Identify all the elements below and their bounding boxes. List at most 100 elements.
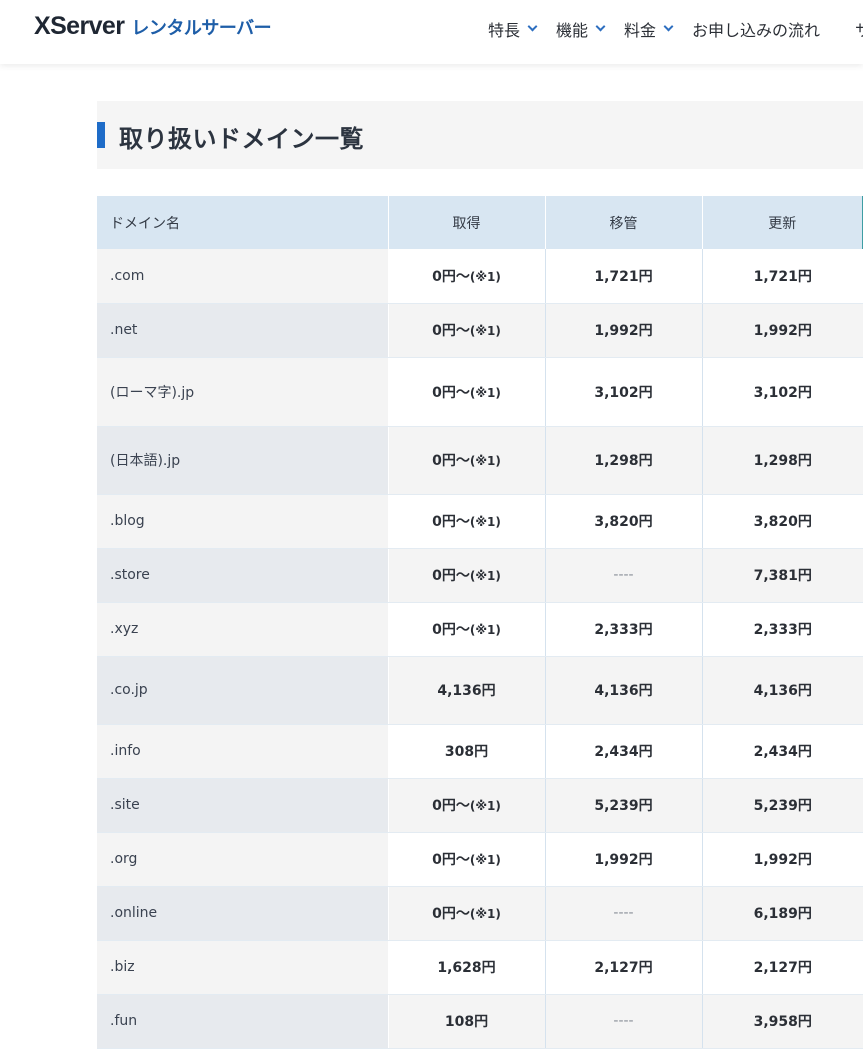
acquire-price: 0円〜 (432, 514, 470, 530)
nav-item-label: 特長 (488, 21, 521, 40)
cell-transfer: 3,102円 (545, 357, 703, 427)
nav-item-label: 料金 (624, 21, 657, 40)
cell-renew: 6,189円 (702, 886, 863, 941)
cell-renew: 2,434円 (702, 724, 863, 779)
nav-item-functions[interactable]: 機能 (556, 17, 606, 41)
table-row: .co.jp 4,136円 4,136円 4,136円 (97, 656, 863, 725)
cell-domain: .info (97, 724, 389, 779)
table-row: .net 0円〜(※1) 1,992円 1,992円 (97, 303, 863, 358)
table-row: .blog 0円〜(※1) 3,820円 3,820円 (97, 494, 863, 549)
site-logo[interactable]: XServer レンタルサーバー (34, 12, 272, 42)
table-row: .biz 1,628円 2,127円 2,127円 (97, 940, 863, 995)
cell-renew: 2,127円 (702, 940, 863, 995)
table-row: .org 0円〜(※1) 1,992円 1,992円 (97, 832, 863, 887)
acquire-price: 0円〜 (432, 906, 470, 922)
table-row: .fun 108円 ---- 3,958円 (97, 994, 863, 1049)
nav-item-label: お申し込みの流れ (692, 21, 821, 40)
cell-acquire: 0円〜(※1) (388, 602, 546, 657)
cell-domain: .biz (97, 940, 389, 995)
logo-subtitle: レンタルサーバー (131, 18, 272, 39)
cell-renew: 1,992円 (702, 832, 863, 887)
cell-renew: 1,298円 (702, 426, 863, 495)
acquire-price: 0円〜 (432, 268, 470, 285)
nav-item-features[interactable]: 特長 (488, 17, 538, 41)
cell-renew: 1,721円 (702, 249, 863, 304)
cell-domain: .org (97, 832, 389, 887)
nav-item-pricing[interactable]: 料金 (624, 17, 674, 41)
table-header-row: ドメイン名 取得 移管 更新 (97, 196, 863, 249)
section-title-box: 取り扱いドメイン一覧 (97, 101, 863, 169)
acquire-price: 4,136円 (437, 683, 496, 699)
table-body: .com 0円〜(※1) 1,721円 1,721円 .net 0円〜(※1) 1,992円… (97, 249, 863, 1049)
acquire-note: (※1) (469, 324, 501, 338)
cell-transfer: 2,127円 (545, 940, 703, 995)
logo-brand: XServer (34, 12, 125, 40)
domain-price-table: ドメイン名 取得 移管 更新 .com 0円〜(※1) 1,721円 1,721円 .n… (97, 196, 863, 1049)
cell-acquire: 0円〜(※1) (388, 886, 546, 941)
column-header-acquire: 取得 (388, 196, 546, 249)
acquire-note: (※1) (469, 623, 501, 637)
table-row: .info 308円 2,434円 2,434円 (97, 724, 863, 779)
page-title: 取り扱いドメイン一覧 (119, 125, 364, 153)
cell-transfer: 2,333円 (545, 602, 703, 657)
nav-item-application-flow[interactable]: お申し込みの流れ (692, 17, 820, 41)
acquire-price: 0円〜 (432, 852, 470, 868)
acquire-price: 0円〜 (432, 453, 470, 469)
cell-transfer: 5,239円 (545, 778, 703, 833)
cell-transfer: ---- (545, 994, 703, 1049)
chevron-down-icon (527, 21, 538, 32)
acquire-note: (※1) (469, 799, 501, 813)
table-row: (日本語).jp 0円〜(※1) 1,298円 1,298円 (97, 426, 863, 495)
acquire-note: (※1) (469, 454, 501, 468)
cell-domain: .site (97, 778, 389, 833)
acquire-price: 0円〜 (432, 323, 470, 339)
cell-acquire: 0円〜(※1) (388, 548, 546, 603)
cell-transfer: 4,136円 (545, 656, 703, 725)
table-row: .store 0円〜(※1) ---- 7,381円 (97, 548, 863, 603)
cell-transfer: ---- (545, 548, 703, 603)
cell-acquire: 0円〜(※1) (388, 778, 546, 833)
nav-item-label: 機能 (556, 21, 589, 40)
site-header: XServer レンタルサーバー 特長 機能 料金 お申し込みの流れ サ (0, 0, 863, 64)
nav-item-partial[interactable]: サ (855, 17, 863, 41)
column-header-renew: 更新 (702, 196, 863, 249)
column-header-domain: ドメイン名 (97, 196, 389, 249)
cell-acquire: 308円 (388, 724, 546, 779)
cell-domain: .com (97, 249, 389, 304)
cell-acquire: 4,136円 (388, 656, 546, 725)
cell-renew: 5,239円 (702, 778, 863, 833)
acquire-price: 308円 (444, 744, 489, 760)
cell-acquire: 0円〜(※1) (388, 494, 546, 549)
title-accent-bar (97, 122, 105, 148)
cell-acquire: 0円〜(※1) (388, 832, 546, 887)
cell-transfer: 1,992円 (545, 303, 703, 358)
cell-transfer: 2,434円 (545, 724, 703, 779)
table-row: .xyz 0円〜(※1) 2,333円 2,333円 (97, 602, 863, 657)
cell-acquire: 1,628円 (388, 940, 546, 995)
main-nav: 特長 機能 料金 お申し込みの流れ (488, 17, 840, 41)
acquire-price: 108円 (444, 1014, 489, 1030)
cell-domain: .store (97, 548, 389, 603)
cell-renew: 3,820円 (702, 494, 863, 549)
cell-renew: 2,333円 (702, 602, 863, 657)
cell-transfer: 3,820円 (545, 494, 703, 549)
acquire-note: (※1) (469, 515, 501, 529)
chevron-down-icon (595, 21, 606, 32)
cell-domain: .xyz (97, 602, 389, 657)
column-header-transfer: 移管 (545, 196, 703, 249)
cell-transfer: 1,721円 (545, 249, 703, 304)
acquire-price: 1,628円 (437, 960, 496, 976)
acquire-note: (※1) (469, 853, 501, 867)
cell-renew: 3,958円 (702, 994, 863, 1049)
table-row: (ローマ字).jp 0円〜(※1) 3,102円 3,102円 (97, 357, 863, 427)
cell-acquire: 0円〜(※1) (388, 303, 546, 358)
acquire-note: (※1) (469, 269, 501, 284)
cell-acquire: 0円〜(※1) (388, 249, 546, 304)
cell-domain: .fun (97, 994, 389, 1049)
cell-acquire: 0円〜(※1) (388, 357, 546, 427)
cell-transfer: 1,298円 (545, 426, 703, 495)
acquire-note: (※1) (469, 569, 501, 583)
acquire-price: 0円〜 (432, 798, 470, 814)
cell-domain: (日本語).jp (97, 426, 389, 495)
table-row: .online 0円〜(※1) ---- 6,189円 (97, 886, 863, 941)
